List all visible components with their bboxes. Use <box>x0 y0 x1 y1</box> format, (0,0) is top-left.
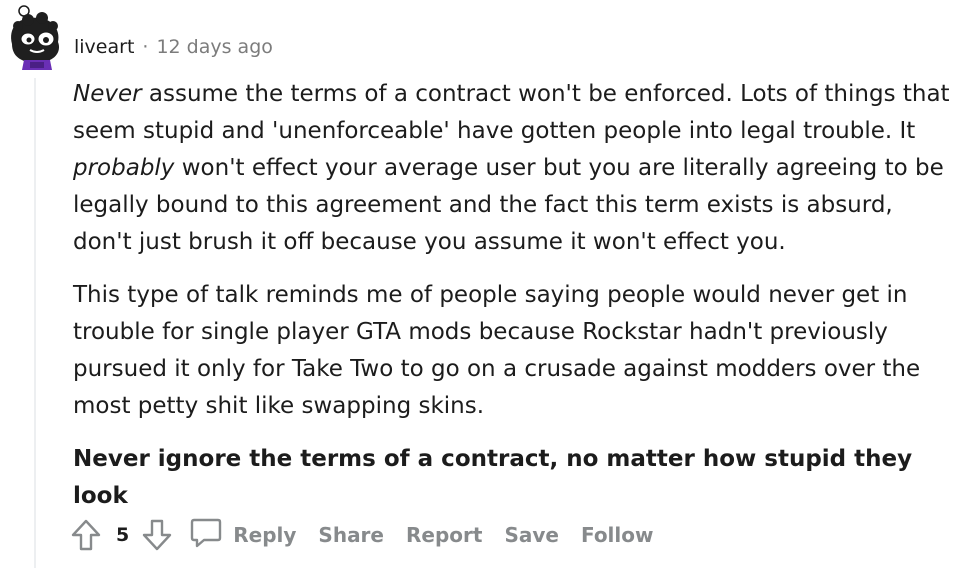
snoo-avatar-icon <box>11 5 60 70</box>
downvote-arrow-icon[interactable] <box>139 517 175 553</box>
paragraph-1-text-b: won't effect your average user but you a… <box>73 155 944 255</box>
share-button[interactable]: Share <box>318 517 384 553</box>
comment-paragraph-2: This type of talk reminds me of people s… <box>73 282 921 419</box>
reply-button[interactable]: Reply <box>189 517 296 553</box>
report-button[interactable]: Report <box>406 517 482 553</box>
comment-actions: 5 Reply Share Report Save Follow <box>68 514 654 556</box>
emphasis-probably: probably <box>73 155 175 181</box>
username[interactable]: liveart <box>74 36 134 58</box>
reply-label: Reply <box>233 523 297 547</box>
follow-button[interactable]: Follow <box>581 517 654 553</box>
comment-header: liveart · 12 days ago <box>74 34 273 60</box>
comment-paragraph-3: Never ignore the terms of a contract, no… <box>73 446 913 509</box>
speech-bubble-icon <box>189 517 223 553</box>
save-button[interactable]: Save <box>504 517 559 553</box>
paragraph-1-text-a: assume the terms of a contract won't be … <box>73 81 950 144</box>
avatar[interactable] <box>6 4 64 72</box>
meta-separator: · <box>142 36 149 58</box>
comment: liveart · 12 days ago Never assume the t… <box>0 0 963 568</box>
comment-body: Never assume the terms of a contract won… <box>73 76 953 531</box>
upvote-arrow-icon[interactable] <box>68 517 104 553</box>
emphasis-never: Never <box>73 81 142 107</box>
timestamp[interactable]: 12 days ago <box>156 36 272 58</box>
comment-paragraph-1: Never assume the terms of a contract won… <box>73 76 953 261</box>
thread-line[interactable] <box>34 78 36 568</box>
vote-score: 5 <box>116 524 130 546</box>
